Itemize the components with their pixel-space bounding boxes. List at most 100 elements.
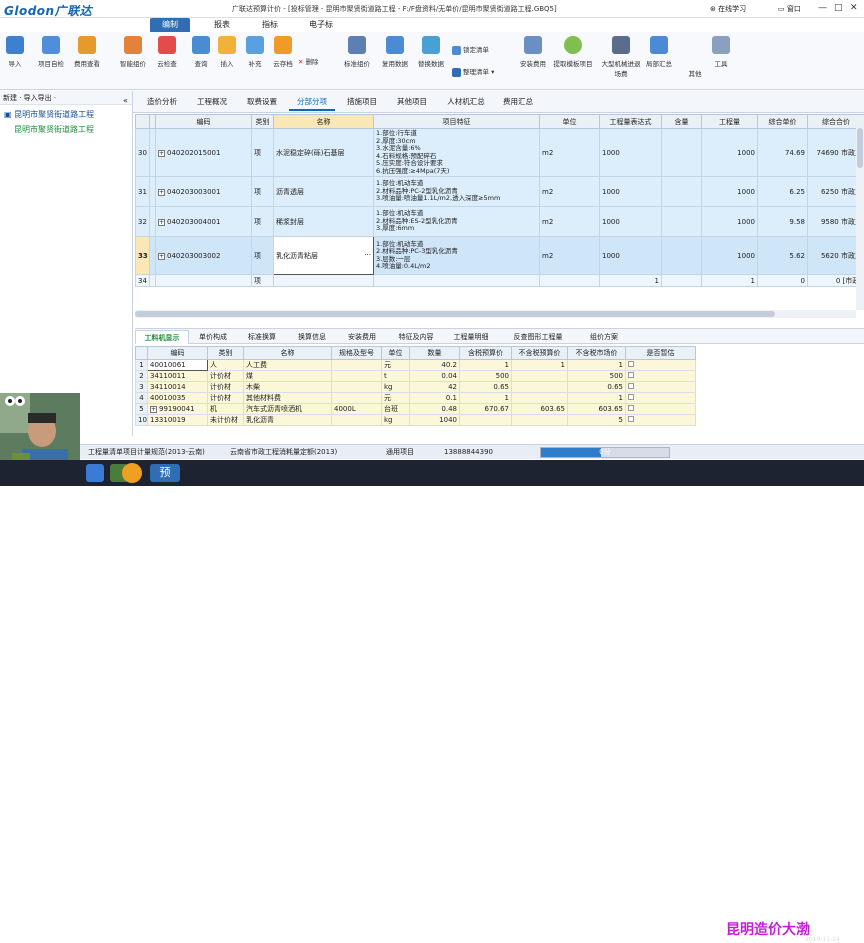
table-row[interactable]: 5 +99190041 机 汽车式沥青喷洒机 4000L 台班 0.48 670… [136,404,696,415]
tab-labor-material-summary[interactable]: 人材机汇总 [439,95,493,111]
ellipsis-icon[interactable]: ··· [364,251,371,259]
col-notax-market-price[interactable]: 不含税市场价 [568,347,626,360]
tree-toolbar[interactable]: 新建 · 导入导出 · [0,91,132,105]
col-unit[interactable]: 单位 [382,347,410,360]
replace-data-button[interactable]: 替换数据 [412,36,450,68]
col-expression[interactable]: 工程量表达式 [600,115,662,129]
estimate-checkbox[interactable] [628,405,634,411]
table-row[interactable]: 3 34110014 计价材 木柴 kg 42 0.65 0.65 [136,382,696,393]
other-menu[interactable]: 其他 [676,68,714,78]
expand-icon[interactable]: + [150,406,157,413]
tab-labor-material-display[interactable]: 工料机显示 [135,330,189,344]
col-type[interactable]: 类别 [208,347,244,360]
col-type[interactable]: 类别 [252,115,274,129]
col-total-price[interactable]: 综合合价 [808,115,864,129]
table-row[interactable]: 31 +040203003001 项 沥青透层 1.部位:机动车道2.材料品种:… [136,177,864,207]
table-row[interactable]: 4 40010035 计价材 其他材料费 元 0.1 1 1 [136,393,696,404]
estimate-checkbox[interactable] [628,416,634,422]
col-name[interactable]: 名称 [244,347,332,360]
col-unit[interactable]: 单位 [540,115,600,129]
app-icon[interactable]: 预 [150,464,180,482]
features-cell[interactable]: 1.部位:行车道2.厚度:30cm3.水泥含量:6%4.石料规格:预配碎石5.压… [374,129,540,177]
table-row[interactable]: 34 项 1 1 0 0 [市政] [136,275,864,287]
standard-pricing-button[interactable]: 标准组价 [338,36,376,68]
estimate-checkbox[interactable] [628,372,634,378]
tab-reverse-graphic[interactable]: 反查图形工程量 [503,330,573,344]
col-code[interactable]: 编码 [156,115,252,129]
extract-template-button[interactable]: 提取模板项目 [552,36,594,68]
app-icon[interactable] [86,464,104,482]
col-unit-price[interactable]: 综合单价 [758,115,808,129]
table-row[interactable]: 32 +040203004001 项 稀浆封层 1.部位:机动车道2.材料品种:… [136,207,864,237]
table-row[interactable]: 10 13310019 未计价材 乳化沥青 kg 1040 5 [136,415,696,426]
col-code[interactable]: 编码 [148,347,208,360]
tab-standard-conversion[interactable]: 标准换算 [239,330,285,344]
tab-indicators[interactable]: 指标 [250,18,290,32]
tab-other-items[interactable]: 其他项目 [389,95,435,111]
tree-root-project[interactable]: ▣ 昆明市聚贤街道路工程 [0,109,132,120]
collapse-arrow-icon[interactable]: « [123,96,128,105]
maximize-icon[interactable]: □ [834,3,843,13]
partial-summary-button[interactable]: 局部汇总 [640,36,678,68]
estimate-checkbox[interactable] [628,383,634,389]
expand-icon[interactable]: + [158,253,165,260]
large-machinery-button[interactable]: 大型机械进退场费 [600,36,642,78]
cloud-check-button[interactable]: 云检查 [148,36,186,68]
table-row-selected[interactable]: 33 +040203003002 项 乳化沥青粘层··· 1.部位:机动车道2.… [136,237,864,275]
import-button[interactable]: 导入 [0,36,34,68]
tab-cost-analysis[interactable]: 造价分析 [139,95,185,111]
features-cell[interactable]: 1.部位:机动车道2.材料品种:PC-3型乳化沥青3.层数:一层4.喷油量:0.… [374,237,540,275]
col-spec[interactable]: 规格及型号 [332,347,382,360]
tree-sub-project[interactable]: 昆明市聚贤街道路工程 [0,124,132,135]
tools-menu[interactable]: 工具 [702,36,740,68]
estimate-checkbox[interactable] [628,361,634,367]
organize-list-button[interactable]: 整理清单 ▾ [452,66,494,77]
install-fee-button[interactable]: 安装费用 [514,36,552,68]
features-cell[interactable]: 1.部位:机动车道2.材料品种:PC-2型乳化沥青3.喷油量:喷油量1.1L/m… [374,177,540,207]
smart-pricing-button[interactable]: 智能组价 [114,36,152,68]
tab-conversion-info[interactable]: 换算信息 [289,330,335,344]
col-quantity[interactable]: 工程量 [702,115,758,129]
lock-list-button[interactable]: 锁定清单 [452,44,489,55]
tab-fee-summary[interactable]: 费用汇总 [495,95,541,111]
window-menu[interactable]: ▭ 窗口 [778,4,801,14]
estimate-checkbox[interactable] [628,394,634,400]
fee-view-button[interactable]: 费用查看 [68,36,106,68]
horizontal-scrollbar[interactable] [135,310,856,318]
tab-project-overview[interactable]: 工程概况 [189,95,235,111]
tab-features-content[interactable]: 特征及内容 [389,330,443,344]
delete-button[interactable]: ✕ 删除 [298,56,319,66]
vertical-scrollbar[interactable] [856,128,864,310]
tab-quantity-detail[interactable]: 工程量明细 [445,330,497,344]
online-learning-button[interactable]: ⊛ 在线学习 [710,4,746,14]
table-row[interactable]: 2 34110011 计价材 煤 t 0.04 500 500 [136,371,696,382]
reuse-data-button[interactable]: 复用数据 [376,36,414,68]
expand-icon[interactable]: + [158,219,165,226]
tab-measures[interactable]: 措施项目 [339,95,385,111]
hscroll-thumb[interactable] [135,311,775,317]
minimize-icon[interactable]: — [818,3,827,13]
tab-unit-price-composition[interactable]: 单价构成 [191,330,235,344]
table-row[interactable]: 1 40010061 人 人工费 元 40.2 1 1 1 [136,360,696,371]
col-features[interactable]: 项目特征 [374,115,540,129]
table-row[interactable]: 30 +040202015001 项 水泥稳定碎(砾)石基层 1.部位:行车道2… [136,129,864,177]
col-content[interactable]: 含量 [662,115,702,129]
tab-electronic-bid[interactable]: 电子标 [298,18,344,32]
cloud-save-button[interactable]: 云存档 [264,36,302,68]
col-estimate[interactable]: 是否暂估 [626,347,696,360]
app-icon[interactable] [122,463,142,483]
scroll-thumb[interactable] [857,128,863,168]
tab-sub-items[interactable]: 分部分项 [289,95,335,111]
tab-reports[interactable]: 报表 [202,18,242,32]
project-check-button[interactable]: 项目自检 [32,36,70,68]
name-cell-editing[interactable]: 乳化沥青粘层··· [274,237,374,275]
tab-install-fee[interactable]: 安装费用 [339,330,385,344]
tab-pricing-plan[interactable]: 组价方案 [579,330,629,344]
col-name[interactable]: 名称 [274,115,374,129]
tab-bianzhi[interactable]: 编制 [150,18,190,32]
expand-icon[interactable]: + [158,150,165,157]
col-notax-budget-price[interactable]: 不含税预算价 [512,347,568,360]
features-cell[interactable]: 1.部位:机动车道2.材料品种:ES-2型乳化沥青3.厚度:6mm [374,207,540,237]
col-tax-budget-price[interactable]: 含税预算价 [460,347,512,360]
expand-icon[interactable]: + [158,189,165,196]
